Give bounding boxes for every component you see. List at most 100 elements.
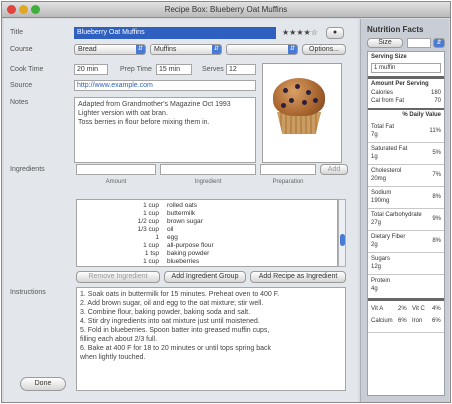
recipe-editor: Title Blueberry Oat Muffins ★★★★☆ ● Cour… (4, 19, 358, 402)
chevron-updown-icon: ⇵ (288, 45, 297, 54)
instructions-label: Instructions (10, 289, 46, 296)
calories-label: Calories (371, 90, 394, 96)
recipe-window: Recipe Box: Blueberry Oat Muffins Title … (1, 1, 451, 403)
vitamin-pct: 2% (398, 306, 407, 312)
instructions-textarea[interactable]: 1. Soak oats in buttermilk for 15 minute… (76, 287, 346, 391)
rating-stars[interactable]: ★★★★☆ (282, 28, 318, 37)
nutrient-amount: 27g (371, 220, 382, 226)
ingredient-amount: 1 (155, 234, 159, 241)
nutrient-name: Total Carbohydrate (371, 212, 422, 218)
category-popup[interactable]: Muffins ⇵ (150, 44, 222, 55)
serving-size-button[interactable]: Size (367, 38, 403, 48)
lock-button[interactable]: ● (326, 27, 344, 39)
ingredient-amount: 1 tsp (144, 250, 159, 257)
cal-fat-label: Cal from Fat (371, 98, 405, 104)
notes-label: Notes (10, 99, 29, 106)
cuisine-popup[interactable]: ⇵ (226, 44, 298, 55)
title-input[interactable]: Blueberry Oat Muffins (74, 27, 276, 39)
course-popup[interactable]: Bread ⇵ (74, 44, 146, 55)
remove-ingredient-button[interactable]: Remove Ingredient (76, 271, 160, 283)
nutrient-amount: 1g (371, 154, 378, 160)
nutrient-amount: 190mg (371, 198, 390, 204)
cook-time-input[interactable]: 20 min (74, 64, 108, 75)
nutrient-name: Total Fat (371, 124, 395, 130)
category-value: Muffins (154, 46, 177, 53)
instruction-line: 1. Soak oats in buttermilk for 15 minute… (80, 291, 280, 298)
nutrient-amount: 20mg (371, 176, 387, 182)
cook-time-label: Cook Time (10, 66, 44, 73)
servings-input[interactable] (407, 38, 431, 48)
nutrient-pct: 8% (432, 238, 441, 244)
ingredient-input[interactable] (160, 164, 256, 175)
instruction-line: 5. Fold in blueberries. Spoon batter int… (80, 327, 270, 334)
title-bar[interactable]: Recipe Box: Blueberry Oat Muffins (2, 2, 450, 18)
ingredient-amount: 1 cup (143, 258, 159, 265)
vitamin-pct: 4% (432, 306, 441, 312)
nutrition-panel: Nutrition Facts Size ⇵ Serving Size 1 mu… (360, 19, 449, 402)
nutrient-pct: 11% (429, 128, 441, 134)
nutrient-pct: 9% (432, 216, 441, 222)
source-input[interactable]: http://www.example.com (74, 80, 256, 91)
preparation-input[interactable] (260, 164, 316, 175)
add-ingredient-group-button[interactable]: Add Ingredient Group (164, 271, 246, 283)
options-button[interactable]: Options... (302, 44, 346, 55)
serving-size-label: Serving Size (371, 54, 407, 60)
daily-value-header: % Daily Value (402, 112, 441, 118)
chevron-updown-icon: ⇵ (136, 45, 145, 54)
nutrient-amount: 4g (371, 286, 378, 292)
nutrition-title: Nutrition Facts (367, 25, 424, 34)
serving-size-input[interactable]: 1 muffin (371, 63, 441, 73)
window-title: Recipe Box: Blueberry Oat Muffins (164, 5, 288, 14)
amount-per-serving: Amount Per Serving (371, 81, 429, 87)
instruction-line: when lightly touched. (80, 354, 146, 361)
recipe-photo[interactable] (262, 63, 342, 163)
preparation-column-header: Preparation (272, 179, 304, 185)
ingredient-name: brown sugar (167, 218, 203, 225)
ingredient-amount: 1 cup (143, 242, 159, 249)
amount-column-header: Amount (105, 179, 127, 185)
nutrient-amount: 12g (371, 264, 382, 270)
vitamin-name: Vit A (371, 306, 384, 312)
muffin-top-image (273, 78, 325, 116)
ingredient-list[interactable]: 1 cup rolled oats 1 cup buttermilk 1/2 c… (76, 199, 338, 267)
vitamin-name: Calcium (371, 318, 393, 324)
instruction-line: 6. Bake at 400 F for 18 to 20 minutes or… (80, 345, 272, 352)
nutrient-name: Saturated Fat (371, 146, 408, 152)
prep-time-label: Prep Time (120, 66, 152, 73)
course-label: Course (10, 46, 33, 53)
scroll-thumb[interactable] (340, 234, 345, 246)
chevron-updown-icon: ⇵ (212, 45, 221, 54)
nutrient-pct: 8% (432, 194, 441, 200)
add-recipe-as-ingredient-button[interactable]: Add Recipe as Ingredient (250, 271, 346, 283)
instruction-line: 4. Stir dry ingredients into oat mixture… (80, 318, 260, 325)
nutrient-amount: 7g (371, 132, 378, 138)
notes-textarea[interactable]: Adapted from Grandmother's Magazine Oct … (74, 97, 256, 163)
serves-input[interactable]: 12 (226, 64, 256, 75)
ingredient-name: rolled oats (167, 202, 197, 209)
ingredient-name: egg (167, 234, 178, 241)
nutrition-facts-box: Serving Size 1 muffin Amount Per Serving… (367, 51, 445, 396)
notes-line: Adapted from Grandmother's Magazine Oct … (78, 101, 231, 108)
ingredient-name: baking powder (167, 250, 210, 257)
prep-time-input[interactable]: 15 min (156, 64, 192, 75)
add-ingredient-button[interactable]: Add (320, 164, 348, 175)
ingredient-name: oil (167, 226, 174, 233)
ingredient-scrollbar[interactable] (338, 199, 346, 267)
ingredients-label: Ingredients (10, 166, 45, 173)
vitamin-name: Vit C (412, 306, 425, 312)
instruction-line: 3. Combine flour, baking powder, baking … (80, 309, 251, 316)
servings-popup[interactable]: ⇵ (433, 38, 445, 48)
nutrient-name: Sugars (371, 256, 391, 262)
done-button[interactable]: Done (20, 377, 66, 391)
cal-fat-value: 70 (434, 98, 441, 104)
lock-icon: ● (332, 29, 338, 36)
ingredient-amount: 1/3 cup (137, 226, 159, 233)
vitamin-pct: 6% (432, 318, 441, 324)
amount-input[interactable] (76, 164, 156, 175)
calories-value: 180 (430, 90, 441, 96)
ingredient-column-header: Ingredient (194, 179, 222, 185)
nutrient-name: Sodium (371, 190, 392, 196)
ingredient-amount: 1 cup (143, 210, 159, 217)
ingredient-name: all-purpose flour (167, 242, 214, 249)
instruction-line: filling each about 2/3 full. (80, 336, 158, 343)
